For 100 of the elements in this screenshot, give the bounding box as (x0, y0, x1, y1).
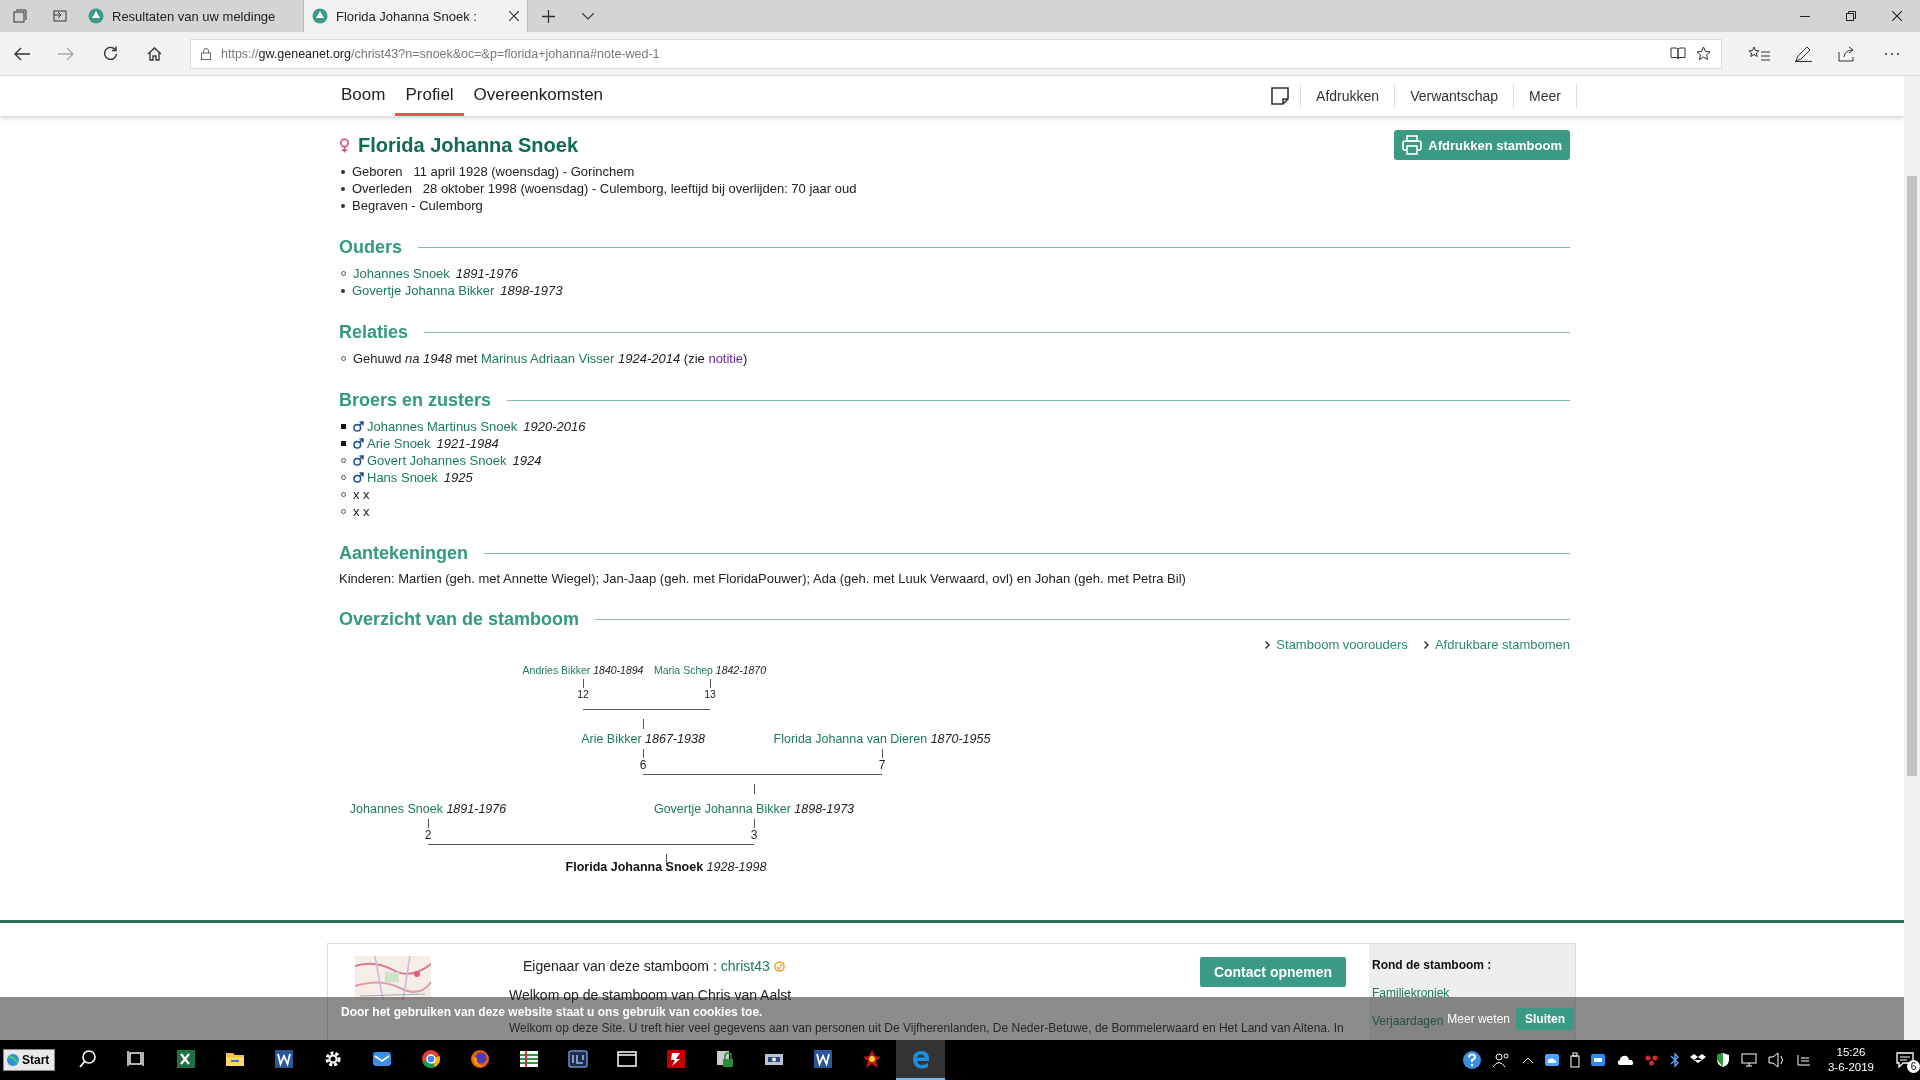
welcome-title: Welkom op de stamboom van Chris van Aalst (509, 987, 792, 1003)
browser-tab[interactable]: Florida Johanna Snoek : (304, 0, 528, 32)
site-icon (88, 8, 104, 24)
transfer-app-icon[interactable] (664, 1048, 687, 1070)
notification-count: 6 (1907, 1060, 1920, 1073)
home-icon[interactable] (146, 46, 162, 61)
person-link[interactable]: Johannes Snoek (353, 266, 450, 281)
keyboard-icon[interactable] (1795, 1053, 1812, 1067)
section-heading: Aantekeningen (339, 543, 469, 564)
print-button[interactable]: Afdrukken stamboom (1394, 130, 1570, 160)
sibling-text: x x (353, 487, 370, 502)
dots-icon[interactable] (1643, 1053, 1660, 1067)
speaker-icon[interactable] (1767, 1052, 1786, 1068)
clock-date[interactable]: 3-6-2019 (1827, 1060, 1874, 1075)
start-button[interactable]: Start (3, 1049, 55, 1071)
set-aside-tabs-icon[interactable] (53, 10, 67, 22)
restore-icon[interactable] (1846, 11, 1856, 21)
life-years: 1891-1976 (446, 802, 507, 816)
owner-link[interactable]: christ43 (720, 958, 770, 974)
nav-link[interactable]: Afdrukken (1300, 84, 1395, 108)
chevron-right-icon (1423, 640, 1429, 649)
life-years: 1898-1973 (500, 283, 563, 298)
app-tile-icon[interactable] (566, 1048, 589, 1070)
document-app-icon[interactable] (272, 1048, 295, 1070)
notifications-button[interactable]: 6 (1890, 1045, 1920, 1075)
owner-label: Eigenaar van deze stamboom : (523, 958, 717, 974)
section-heading: Ouders (339, 237, 403, 258)
person-link[interactable]: Govert Johannes Snoek (367, 453, 507, 468)
ancestor-number: 7 (878, 758, 886, 772)
close-icon[interactable] (509, 11, 519, 21)
side-title: Rond de stamboom : (1372, 958, 1493, 972)
favorites-icon[interactable] (1748, 45, 1772, 62)
cloud-icon[interactable] (1615, 1054, 1634, 1066)
chevron-right-icon (1265, 640, 1271, 649)
section-heading: Broers en zusters (339, 390, 492, 411)
person-link[interactable]: Arie Bikker (581, 732, 642, 746)
browser-icon[interactable] (419, 1048, 442, 1070)
site-icon (312, 8, 328, 24)
person-link[interactable]: Govertje Johanna Bikker (352, 283, 495, 298)
fox-browser-icon[interactable] (468, 1048, 491, 1070)
more-link[interactable]: Meer weten (1447, 1011, 1510, 1026)
badge-icon (773, 960, 785, 972)
chevron-down-icon[interactable] (582, 12, 594, 20)
bluetooth-icon[interactable] (1669, 1052, 1680, 1068)
person-link[interactable]: Florida Johanna van Dieren (773, 732, 928, 746)
tree-link[interactable]: Afdrukbare stambomen (1423, 637, 1570, 652)
grid-app-icon[interactable] (517, 1048, 540, 1070)
reading-view-icon[interactable] (1670, 47, 1686, 60)
person-title: Florida Johanna Snoek (358, 133, 579, 157)
person-link[interactable]: Govertje Johanna Bikker (653, 802, 791, 816)
chat-icon[interactable] (1589, 1053, 1606, 1067)
tree-connector (583, 679, 584, 688)
section-heading: Relaties (339, 322, 409, 343)
minimize-icon[interactable] (1800, 15, 1810, 17)
life-years: 1842-1870 (715, 664, 767, 676)
tree-connector (754, 784, 755, 794)
nav-link[interactable]: Meer (1513, 84, 1577, 108)
note-icon[interactable] (1270, 86, 1291, 106)
side-link[interactable]: Familiekroniek (1372, 986, 1572, 1000)
site-tab[interactable]: Overeenkomsten (463, 76, 614, 116)
document-app-icon[interactable] (811, 1048, 834, 1070)
caret-up-icon[interactable] (1521, 1056, 1534, 1064)
new-tab-icon[interactable] (541, 9, 555, 23)
person-link[interactable]: Johannes Snoek (349, 802, 443, 816)
contact-button[interactable]: Contact opnemen (1200, 957, 1346, 987)
tab-list-icon[interactable] (13, 9, 27, 23)
ancestor-number: 2 (424, 828, 432, 842)
usb-drive-icon[interactable] (1569, 1052, 1580, 1068)
address-field[interactable]: https://gw.geneanet.org/christ43?n=snoek&oc=&p=florida+johanna#note-wed-1 (190, 38, 1722, 69)
ancestor-number: 13 (704, 688, 716, 700)
back-icon[interactable] (14, 46, 30, 61)
star-icon[interactable] (1696, 46, 1711, 61)
shield-icon[interactable] (1715, 1052, 1730, 1068)
note-link[interactable]: notitie (708, 351, 744, 366)
clock-time[interactable]: 15:26 (1836, 1045, 1866, 1060)
tree-connector (643, 719, 644, 729)
close-icon[interactable] (1892, 11, 1902, 21)
note-text: Kinderen: Martien (geh. met Annette Wiegel); Jan-Jaap (geh. met FloridaPouwer); Ada (geh. met Luuk Verwaard, ovl) en Johan (geh. met Petra Bil) (339, 571, 1187, 586)
site-tab[interactable]: Boom (331, 76, 396, 116)
person-link[interactable]: Maria Schep (653, 664, 713, 676)
help-icon[interactable] (1461, 1050, 1482, 1070)
relation-text: Gehuwd na 1948 met Marinus Adriaan Visser 1924-2014 (zie notitie) (353, 351, 748, 366)
site-tab[interactable]: Profiel (395, 76, 464, 116)
nav-link[interactable]: Verwantschap (1394, 84, 1514, 108)
person-link[interactable]: Andries Bikker (522, 664, 591, 676)
life-years: 1898-1973 (794, 802, 855, 816)
person-link[interactable]: Hans Snoek (367, 470, 438, 485)
person-link[interactable]: Johannes Martinus Snoek (367, 419, 518, 434)
window-icon[interactable] (615, 1048, 638, 1070)
tree-connector (754, 819, 755, 828)
refresh-icon[interactable] (102, 46, 118, 61)
network-icon[interactable] (1739, 1052, 1758, 1068)
people-icon[interactable] (1491, 1052, 1512, 1068)
search-icon[interactable] (76, 1048, 99, 1070)
tree-link[interactable]: Stamboom voorouders (1265, 637, 1408, 652)
spreadsheet-app-icon[interactable] (174, 1048, 197, 1070)
person-link[interactable]: Marinus Adriaan Visser (480, 351, 615, 366)
person-link[interactable]: Arie Snoek (367, 436, 431, 451)
cloud-icon[interactable] (1543, 1053, 1560, 1067)
taskbar-button[interactable] (896, 1040, 945, 1080)
